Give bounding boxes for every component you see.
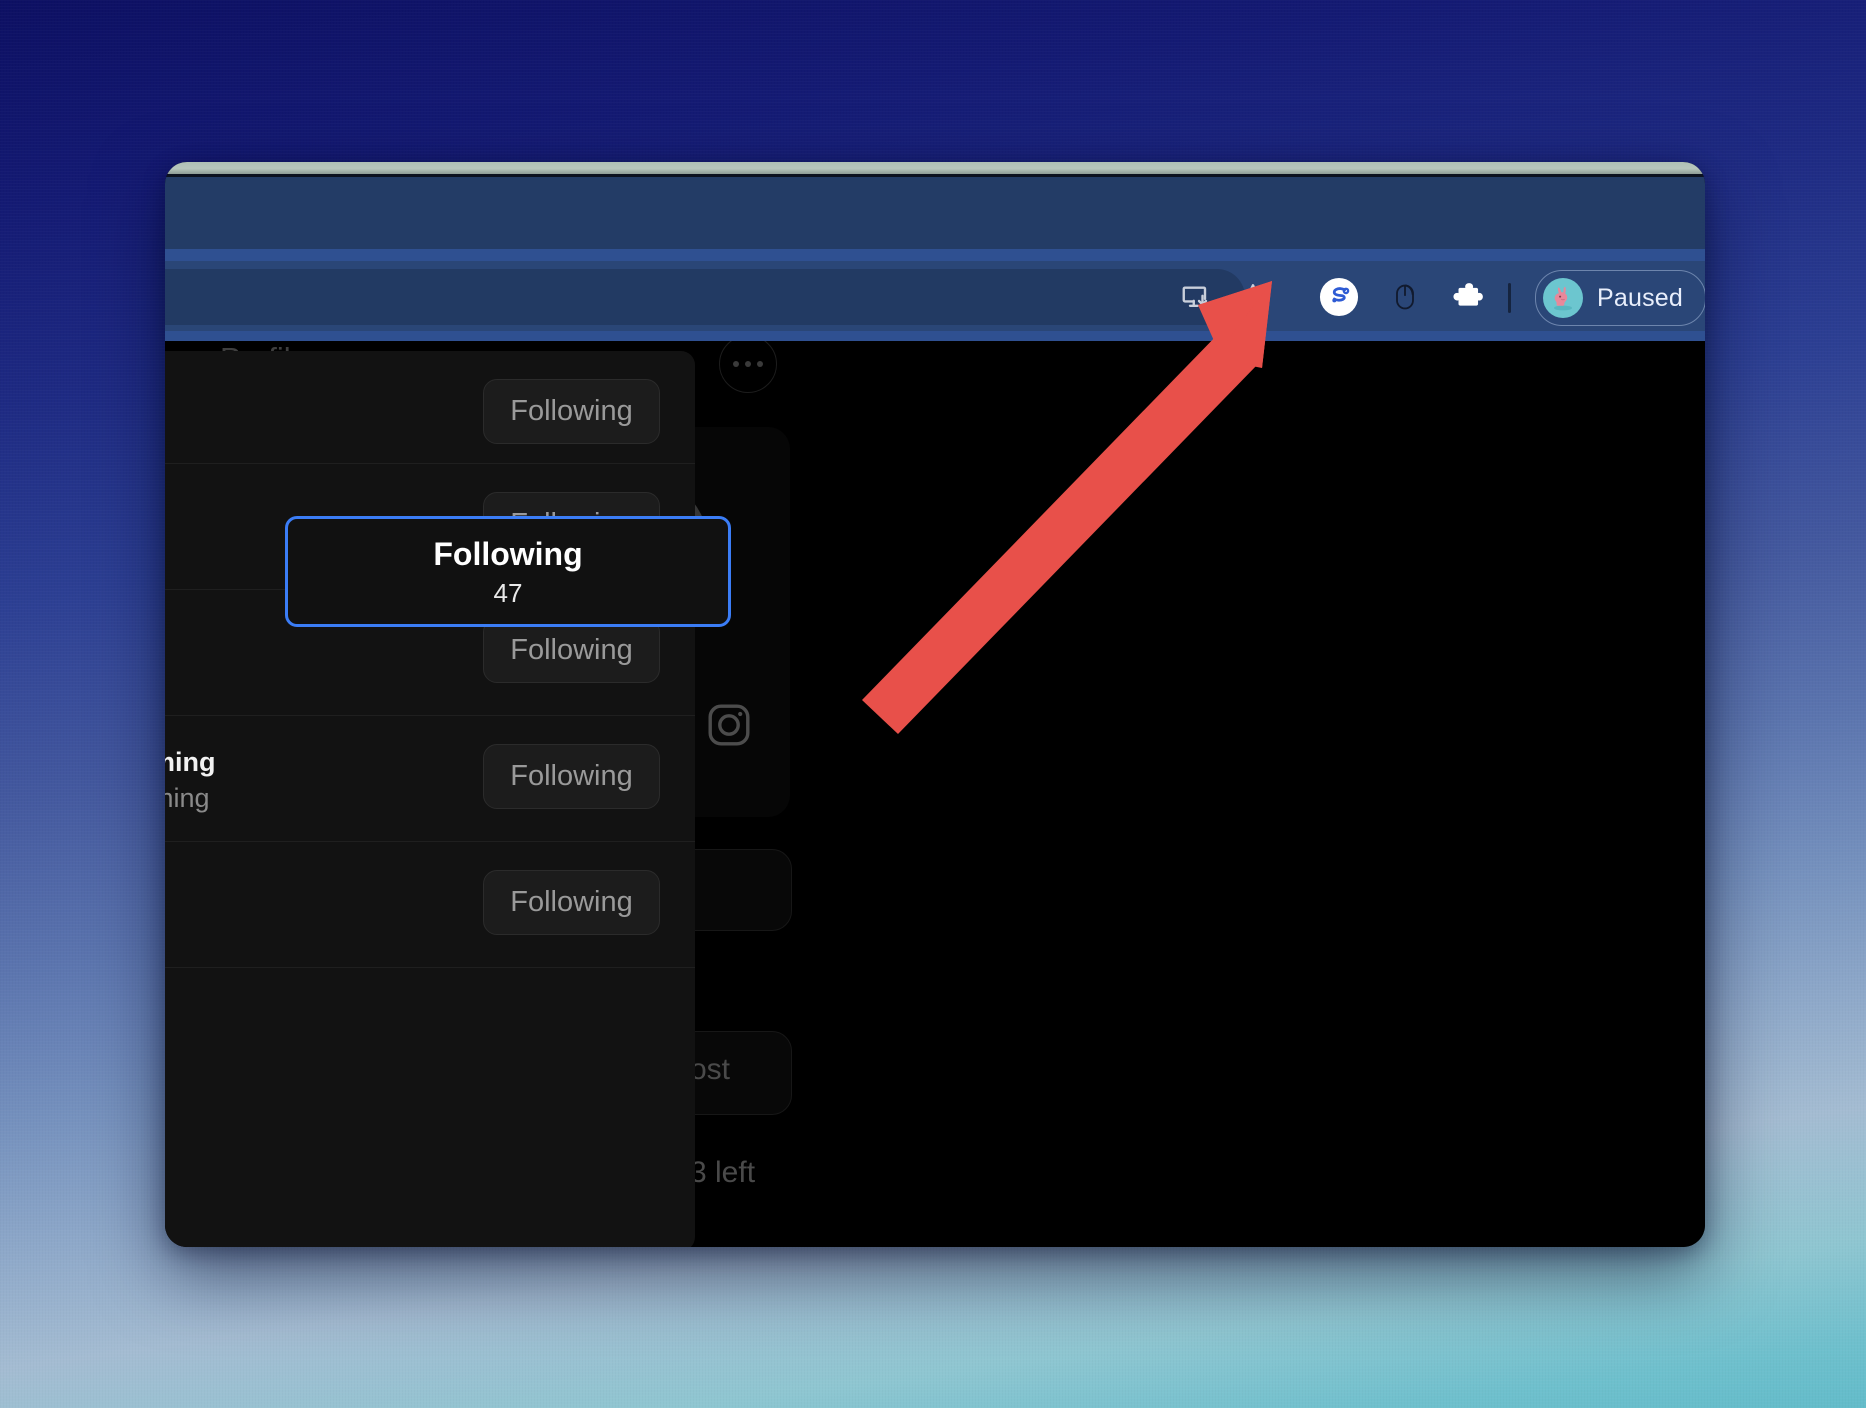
window-top-strip <box>165 162 1705 174</box>
post-placeholder-label: ost <box>690 1053 730 1087</box>
following-button[interactable]: Following <box>483 870 660 935</box>
bookmark-star-icon[interactable] <box>1233 277 1273 317</box>
rabbit-avatar <box>1543 278 1583 318</box>
profile-status-pill[interactable]: Paused <box>1535 270 1705 326</box>
tabstrip-divider <box>165 249 1705 261</box>
following-button[interactable]: Following <box>483 744 660 809</box>
toolbar-separator <box>1508 283 1511 313</box>
mouse-pointer-icon[interactable] <box>1385 277 1425 317</box>
following-highlight-value: 47 <box>494 578 523 608</box>
following-list-modal: Following Following Following ming <box>165 351 695 1247</box>
following-button[interactable]: Following <box>483 379 660 444</box>
install-app-icon[interactable] <box>1175 277 1215 317</box>
list-item-fullname: ming <box>165 780 216 816</box>
browser-window: Paused Profile ost 3 left <box>165 162 1705 1247</box>
omnibox-address-bar[interactable] <box>165 269 1245 325</box>
dot <box>745 361 751 367</box>
list-item[interactable]: ming ming Following <box>165 716 695 842</box>
list-item[interactable]: Following <box>165 842 695 968</box>
following-count-highlight[interactable]: Following 47 <box>285 516 731 627</box>
profile-pill-label: Paused <box>1597 284 1683 313</box>
list-item[interactable]: Following <box>165 351 695 464</box>
list-item-username: ming <box>165 744 216 780</box>
dot <box>757 361 763 367</box>
instagram-glyph <box>705 701 753 754</box>
puzzle-piece-icon[interactable] <box>1447 277 1487 317</box>
following-button[interactable]: Following <box>483 618 660 683</box>
browser-toolbar: Paused <box>165 261 1705 331</box>
web-page-content: Profile ost 3 left <box>165 341 1705 1247</box>
extension-snake-icon[interactable] <box>1319 277 1359 317</box>
following-highlight-title: Following <box>433 536 582 572</box>
toolbar-bottom-edge <box>165 331 1705 341</box>
more-options-button[interactable] <box>719 341 777 393</box>
browser-tabstrip[interactable] <box>165 177 1705 249</box>
dot <box>733 361 739 367</box>
list-item-names: ming ming <box>165 744 216 816</box>
remaining-count-label: 3 left <box>690 1156 755 1190</box>
